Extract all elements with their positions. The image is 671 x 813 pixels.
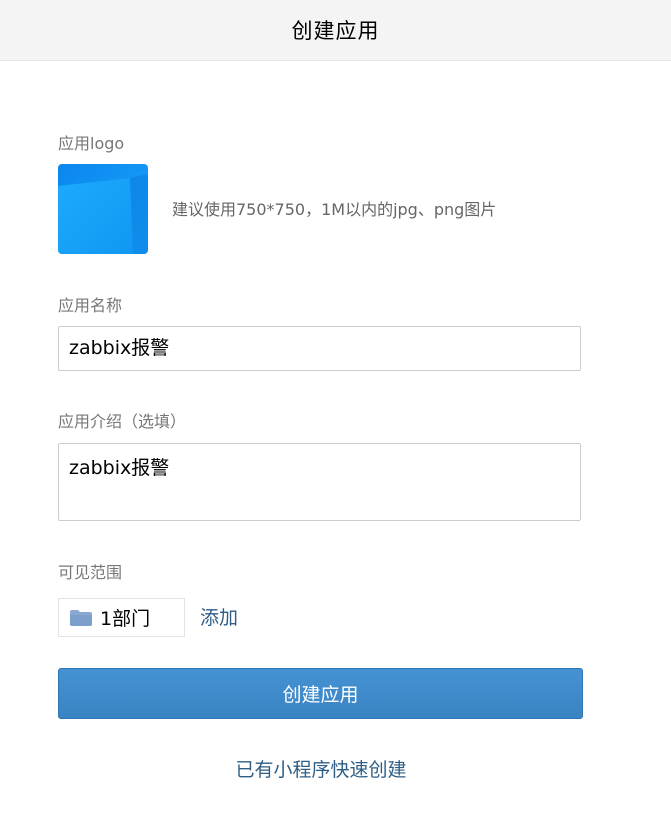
page-title: 创建应用 [291,19,380,43]
app-desc-label: 应用介绍（选填） [58,412,187,431]
app-name-input[interactable]: zabbix报警 [58,326,581,371]
logo-hint-text: 建议使用750*750，1M以内的jpg、png图片 [172,200,497,219]
scope-department-chip[interactable]: 1部门 [58,598,185,637]
folder-icon [70,609,92,626]
app-logo-placeholder-icon [58,164,148,254]
logo-label: 应用logo [58,134,125,153]
app-logo-upload[interactable] [58,164,148,254]
add-scope-link[interactable]: 添加 [200,606,238,630]
create-app-page: 创建应用 应用logo 建议使用750*750，1M以内的jpg、png图片 应… [0,0,671,813]
app-desc-textarea[interactable]: zabbix报警 [58,443,581,521]
visibility-scope-label: 可见范围 [58,563,123,582]
app-name-label: 应用名称 [58,296,123,315]
create-app-button[interactable]: 创建应用 [58,668,583,719]
page-header: 创建应用 [0,0,671,61]
quick-create-from-miniprogram-link[interactable]: 已有小程序快速创建 [0,758,642,782]
scope-chip-label: 1部门 [100,608,151,630]
